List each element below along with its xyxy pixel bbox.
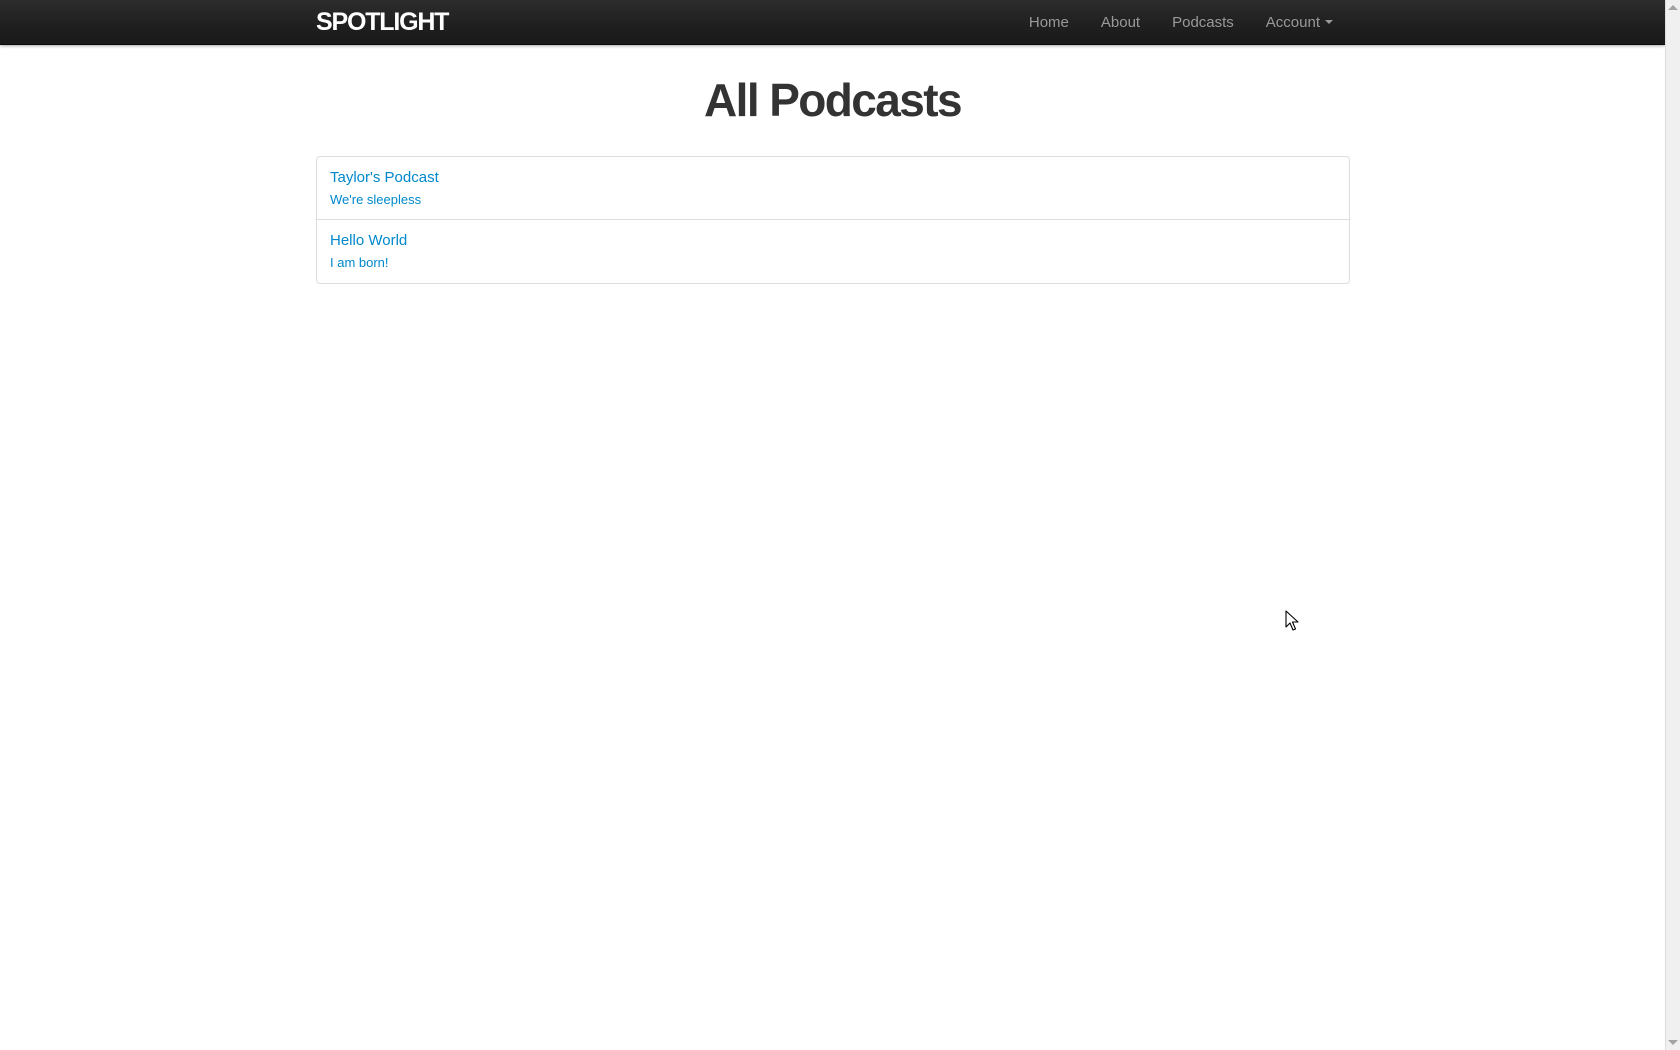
nav-item-podcasts-label: Podcasts (1172, 14, 1234, 31)
top-navbar: SPOTLIGHT Home About Podcasts Account (0, 0, 1665, 45)
scrollbar-thumb[interactable] (1668, 14, 1678, 1036)
nav-item-about-label: About (1100, 14, 1141, 31)
page-title: All Podcasts (704, 74, 962, 126)
podcast-title-link[interactable]: Taylor's Podcast (330, 168, 1336, 188)
scroll-down-arrow-icon[interactable] (1668, 1040, 1678, 1045)
podcast-list-item[interactable]: Hello World I am born! (317, 220, 1349, 283)
nav-item-home[interactable]: Home (1013, 0, 1085, 45)
podcast-list-item[interactable]: Taylor's Podcast We're sleepless (317, 157, 1349, 220)
vertical-scrollbar[interactable] (1665, 0, 1680, 1050)
nav-menu: Home About Podcasts Account (1013, 0, 1349, 45)
nav-item-account-dropdown[interactable]: Account (1250, 0, 1349, 45)
podcast-list: Taylor's Podcast We're sleepless Hello W… (316, 156, 1350, 284)
nav-item-home-label: Home (1028, 14, 1069, 31)
nav-item-account-label: Account (1265, 14, 1320, 31)
nav-item-about[interactable]: About (1085, 0, 1156, 45)
podcast-description-link[interactable]: I am born! (330, 254, 1336, 272)
brand-logo[interactable]: SPOTLIGHT (316, 7, 449, 37)
nav-item-podcasts[interactable]: Podcasts (1156, 0, 1250, 45)
browser-viewport: SPOTLIGHT Home About Podcasts Account Al… (0, 0, 1665, 1050)
podcast-title-link[interactable]: Hello World (330, 231, 1336, 251)
scroll-up-arrow-icon[interactable] (1668, 5, 1678, 10)
podcast-description-link[interactable]: We're sleepless (330, 191, 1336, 209)
caret-down-icon (1325, 20, 1333, 25)
mouse-pointer-icon (1285, 610, 1299, 631)
